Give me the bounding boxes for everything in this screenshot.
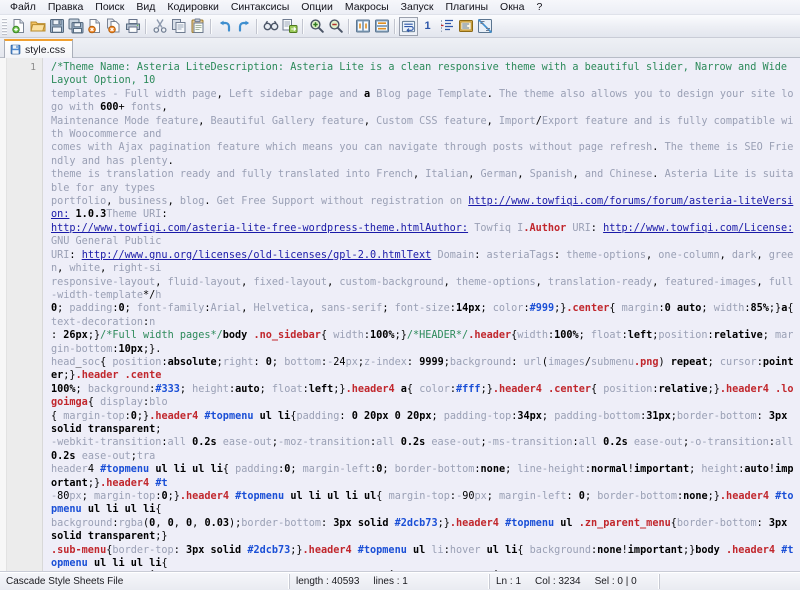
sync-horizontal-icon[interactable]: [372, 17, 391, 36]
doc-map-icon[interactable]: [475, 17, 494, 36]
open-file-icon[interactable]: [28, 17, 47, 36]
status-ln: Ln : 1: [496, 576, 522, 587]
new-file-icon[interactable]: [9, 17, 28, 36]
menu-window[interactable]: Окна: [494, 1, 530, 14]
menu-bar: Файл Правка Поиск Вид Кодировки Синтакси…: [0, 0, 800, 15]
saved-file-icon: [10, 44, 21, 55]
close-file-icon[interactable]: [85, 17, 104, 36]
status-caret-position: Ln : 1 Col : 3234 Sel : 0 | 0: [490, 574, 660, 589]
toolbar-separator: [394, 18, 396, 34]
status-length: length : 40593: [296, 576, 360, 587]
word-wrap-icon[interactable]: [399, 16, 418, 36]
toolbar: 1: [0, 15, 800, 38]
status-col: Col : 3234: [535, 576, 581, 587]
menu-file[interactable]: Файл: [4, 1, 42, 14]
line-number-gutter: 1: [7, 58, 43, 571]
indent-guide-icon[interactable]: [437, 17, 456, 36]
save-all-icon[interactable]: [66, 17, 85, 36]
toolbar-separator: [302, 18, 304, 34]
editor-area[interactable]: 1 /*Theme Name: Asteria LiteDescription:…: [0, 58, 800, 572]
toolbar-separator: [348, 18, 350, 34]
menu-plugins[interactable]: Плагины: [439, 1, 494, 14]
status-bar: Cascade Style Sheets File length : 40593…: [0, 572, 800, 590]
copy-icon[interactable]: [169, 17, 188, 36]
code-scroll-container[interactable]: /*Theme Name: Asteria LiteDescription: A…: [43, 58, 800, 571]
menu-language[interactable]: Синтаксисы: [225, 1, 295, 14]
menu-help[interactable]: ?: [530, 1, 548, 14]
print-icon[interactable]: [123, 17, 142, 36]
paste-icon[interactable]: [188, 17, 207, 36]
zoom-out-icon[interactable]: [326, 17, 345, 36]
show-all-chars-icon[interactable]: 1: [418, 17, 437, 36]
tab-style-css[interactable]: style.css: [4, 39, 74, 58]
notepadpp-window: Файл Правка Поиск Вид Кодировки Синтакси…: [0, 0, 800, 590]
cut-icon[interactable]: [150, 17, 169, 36]
menu-macro[interactable]: Макросы: [339, 1, 395, 14]
user-define-dialog-icon[interactable]: [456, 17, 475, 36]
status-extra: [660, 574, 800, 589]
undo-icon[interactable]: [215, 17, 234, 36]
status-sel: Sel : 0 | 0: [594, 576, 637, 587]
status-file-type: Cascade Style Sheets File: [0, 574, 290, 589]
menu-settings[interactable]: Опции: [295, 1, 339, 14]
toolbar-separator: [210, 18, 212, 34]
line-number: 1: [30, 62, 36, 73]
tab-label: style.css: [25, 43, 66, 56]
code-content[interactable]: /*Theme Name: Asteria LiteDescription: A…: [43, 58, 800, 571]
menu-view[interactable]: Вид: [130, 1, 161, 14]
menu-edit[interactable]: Правка: [42, 1, 89, 14]
status-length-lines: length : 40593 lines : 1: [290, 574, 490, 589]
sync-vertical-icon[interactable]: [353, 17, 372, 36]
menu-run[interactable]: Запуск: [395, 1, 440, 14]
status-lines: lines : 1: [373, 576, 408, 587]
close-all-files-icon[interactable]: [104, 17, 123, 36]
save-icon[interactable]: [47, 17, 66, 36]
tab-bar: style.css: [0, 38, 800, 58]
toolbar-separator: [256, 18, 258, 34]
toolbar-separator: [145, 18, 147, 34]
find-icon[interactable]: [261, 17, 280, 36]
fold-margin: [0, 58, 7, 571]
toolbar-grip[interactable]: [2, 17, 7, 35]
menu-encoding[interactable]: Кодировки: [161, 1, 224, 14]
menu-search[interactable]: Поиск: [89, 1, 130, 14]
zoom-in-icon[interactable]: [307, 17, 326, 36]
replace-icon[interactable]: [280, 17, 299, 36]
redo-icon[interactable]: [234, 17, 253, 36]
show-all-chars-label: 1: [424, 20, 431, 32]
